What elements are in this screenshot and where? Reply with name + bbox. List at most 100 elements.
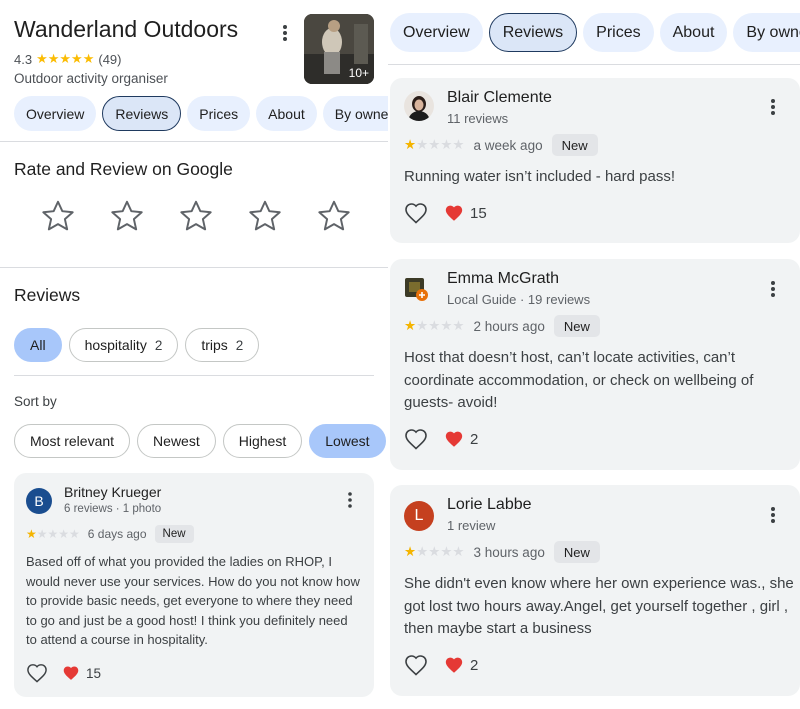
sort-most-relevant[interactable]: Most relevant — [14, 424, 131, 458]
reviewer-name[interactable]: Lorie Labbe — [447, 496, 532, 514]
chip-label: All — [30, 337, 46, 353]
reviewer-name[interactable]: Britney Krueger — [64, 484, 161, 500]
rate-star-2-icon[interactable] — [109, 198, 145, 234]
new-badge: New — [553, 315, 600, 337]
new-badge: New — [551, 134, 598, 156]
filter-chip-trips[interactable]: trips 2 — [185, 328, 260, 362]
divider — [14, 375, 374, 376]
tab-reviews[interactable]: Reviews — [102, 96, 182, 131]
review-stars: ★★★★★ — [404, 318, 465, 333]
review-stars: ★★★★★ — [404, 544, 465, 559]
review-card: B Britney Krueger 6 reviews · 1 photo ★★… — [14, 473, 374, 697]
like-heart-icon[interactable] — [404, 202, 428, 224]
reviewer-meta: 1 review — [447, 518, 496, 533]
tab-overview[interactable]: Overview — [14, 96, 97, 131]
review-actions: 2 — [404, 654, 478, 676]
filter-chip-hospitality[interactable]: hospitality 2 — [68, 328, 179, 362]
reviewer-name[interactable]: Emma McGrath — [447, 270, 559, 288]
tab-about[interactable]: About — [256, 96, 317, 131]
reaction-count: 15 — [86, 665, 102, 681]
profile-photo — [404, 91, 434, 121]
review-count: (49) — [98, 51, 122, 67]
right-panel: Overview Reviews Prices About By owner B… — [388, 0, 800, 709]
rate-star-4-icon[interactable] — [247, 198, 283, 234]
filter-chip-all[interactable]: All — [14, 328, 62, 362]
review-filter-chips: All hospitality 2 trips 2 — [14, 328, 260, 362]
reaction-summary[interactable]: 2 — [444, 656, 478, 674]
review-rating-row: ★★★★★ a week ago New — [404, 134, 598, 156]
sort-by-label: Sort by — [14, 394, 57, 409]
red-heart-icon — [445, 431, 463, 447]
sort-chips: Most relevant Newest Highest Lowest — [14, 424, 386, 458]
reviewer-meta: 6 reviews · 1 photo — [64, 503, 162, 515]
business-photo-thumbnail[interactable]: 10+ — [304, 14, 374, 84]
review-card: L Lorie Labbe 1 review ★★★★★ 3 hours ago… — [390, 485, 800, 696]
rate-star-3-icon[interactable] — [178, 198, 214, 234]
chip-label: trips — [201, 337, 228, 353]
profile-photo — [405, 278, 428, 301]
divider — [0, 141, 388, 142]
chip-label: hospitality — [84, 337, 147, 353]
sort-lowest[interactable]: Lowest — [309, 424, 386, 458]
more-options-icon[interactable] — [766, 96, 780, 118]
reaction-summary[interactable]: 15 — [444, 204, 487, 222]
review-card: Emma McGrath Local Guide · 19 reviews ★★… — [390, 259, 800, 470]
review-time: 2 hours ago — [473, 318, 545, 334]
new-badge: New — [553, 541, 600, 563]
rate-star-1-icon[interactable] — [40, 198, 76, 234]
reviewer-avatar[interactable]: B — [26, 488, 52, 514]
reviewer-avatar[interactable] — [404, 276, 430, 302]
tab-prices[interactable]: Prices — [187, 96, 251, 131]
reviewer-avatar[interactable]: L — [404, 501, 434, 531]
tab-overview[interactable]: Overview — [390, 13, 483, 52]
review-actions: 15 — [26, 663, 101, 683]
left-panel: Wanderland Outdoors 10+ 4.3 ★★★★★ (49) O… — [0, 0, 388, 709]
like-heart-icon[interactable] — [404, 428, 428, 450]
photo-count: 10+ — [348, 66, 369, 80]
rate-review-title: Rate and Review on Google — [14, 159, 233, 179]
like-heart-icon[interactable] — [404, 654, 428, 676]
new-badge: New — [154, 525, 194, 543]
tab-about[interactable]: About — [659, 13, 728, 52]
review-stars: ★★★★★ — [26, 527, 80, 541]
tab-by-owner[interactable]: By owner — [733, 13, 800, 52]
review-actions: 15 — [404, 202, 487, 224]
more-options-icon[interactable] — [344, 490, 356, 510]
tab-bar: Overview Reviews Prices About By owner — [14, 96, 388, 131]
review-text: She didn't even know where her own exper… — [404, 575, 794, 637]
red-heart-icon — [63, 666, 79, 680]
review-card: Blair Clemente 11 reviews ★★★★★ a week a… — [390, 78, 800, 243]
more-options-icon[interactable] — [766, 504, 780, 526]
reviewer-avatar[interactable] — [404, 91, 434, 121]
review-text: Host that doesn’t host, can’t locate act… — [404, 349, 754, 411]
chip-count: 2 — [154, 337, 163, 353]
review-stars: ★★★★★ — [404, 137, 465, 152]
business-category: Outdoor activity organiser — [14, 71, 168, 86]
like-heart-icon[interactable] — [26, 663, 48, 683]
red-heart-icon — [445, 205, 463, 221]
reaction-count: 15 — [470, 204, 487, 222]
tab-prices[interactable]: Prices — [583, 13, 654, 52]
review-time: 6 days ago — [87, 527, 147, 541]
more-options-icon[interactable] — [766, 278, 780, 300]
tab-by-owner[interactable]: By owner — [322, 96, 388, 131]
more-options-icon[interactable] — [278, 22, 292, 44]
sort-highest[interactable]: Highest — [222, 424, 303, 458]
review-time: a week ago — [473, 137, 543, 153]
tab-bar: Overview Reviews Prices About By owner — [390, 13, 800, 52]
reaction-summary[interactable]: 15 — [62, 665, 101, 681]
rating-value: 4.3 — [14, 51, 33, 67]
review-rating-row: ★★★★★ 2 hours ago New — [404, 315, 600, 337]
tab-reviews[interactable]: Reviews — [488, 13, 578, 52]
sort-newest[interactable]: Newest — [137, 424, 216, 458]
rating-summary[interactable]: 4.3 ★★★★★ (49) — [14, 51, 121, 67]
reaction-summary[interactable]: 2 — [444, 430, 478, 448]
chip-count: 2 — [235, 337, 244, 353]
rate-star-5-icon[interactable] — [316, 198, 352, 234]
rate-star-row — [40, 198, 352, 234]
reviews-heading: Reviews — [14, 285, 81, 305]
divider — [0, 267, 388, 268]
reviewer-name[interactable]: Blair Clemente — [447, 89, 552, 107]
review-time: 3 hours ago — [473, 544, 545, 560]
reviewer-meta: Local Guide · 19 reviews — [447, 292, 591, 307]
